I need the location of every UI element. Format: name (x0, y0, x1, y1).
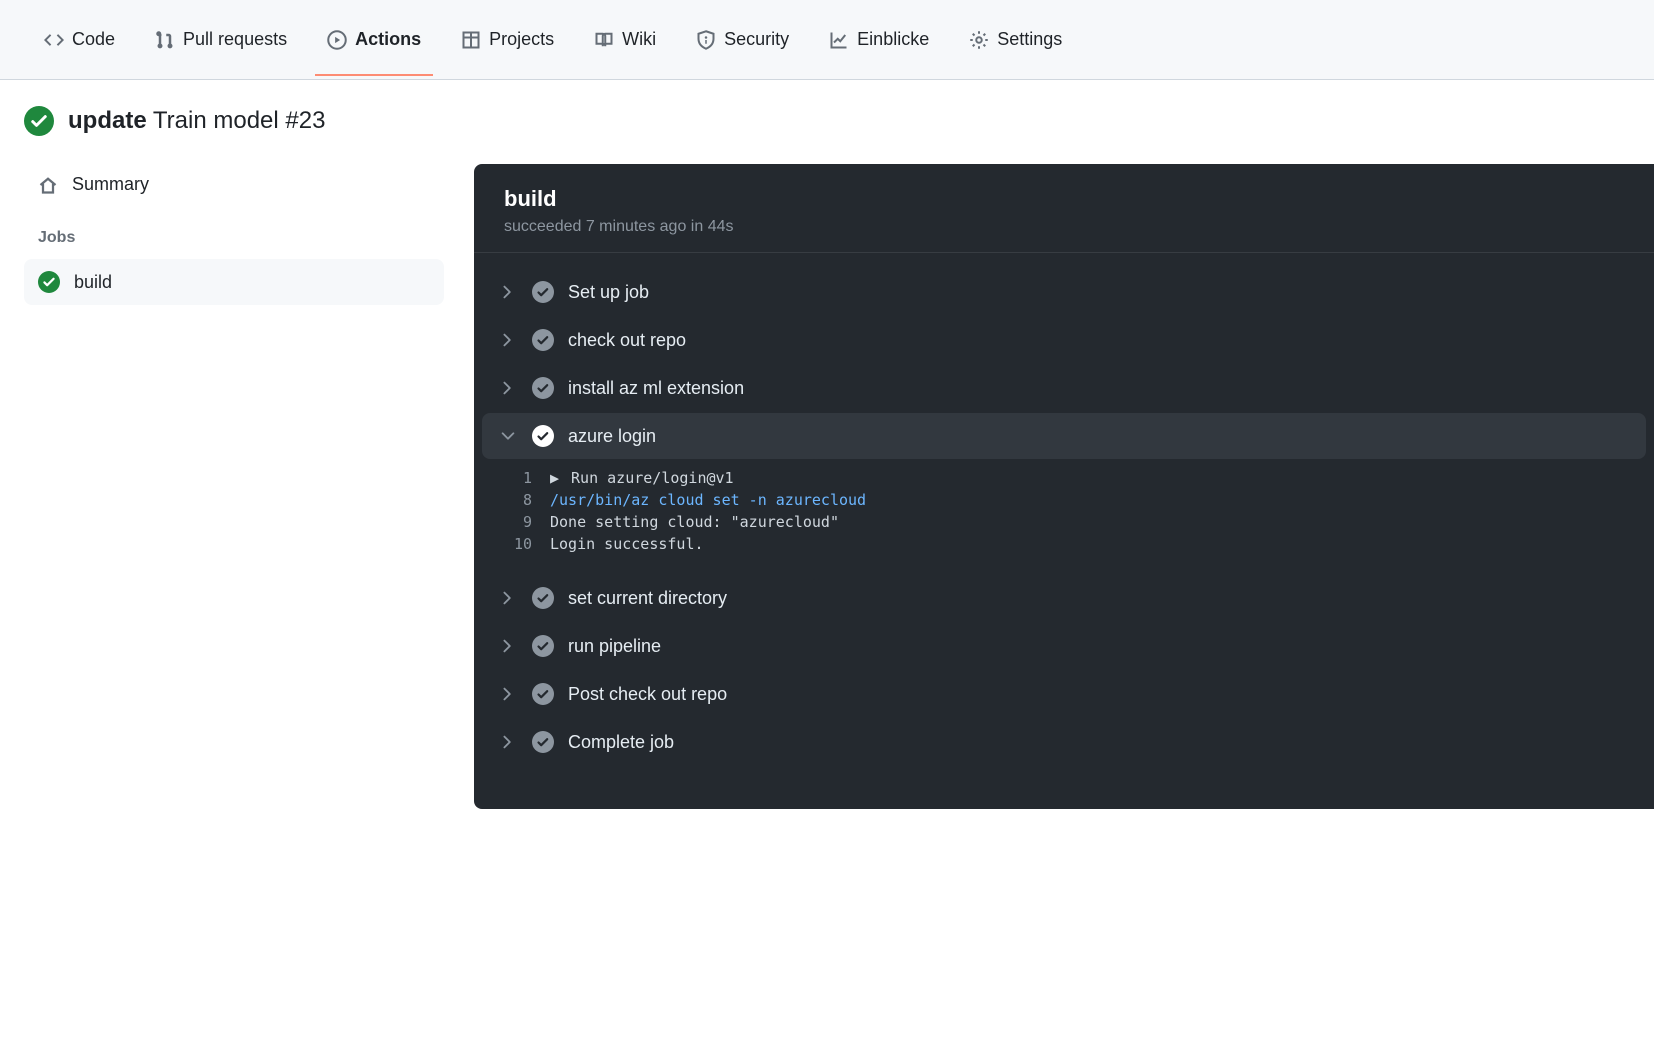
graph-icon (829, 30, 849, 50)
tab-projects[interactable]: Projects (457, 3, 558, 76)
tab-security-label: Security (724, 29, 789, 50)
step-row[interactable]: Complete job (482, 719, 1646, 765)
tab-code[interactable]: Code (40, 3, 119, 76)
step-row[interactable]: Set up job (482, 269, 1646, 315)
step-name: set current directory (568, 588, 727, 609)
tab-security[interactable]: Security (692, 3, 793, 76)
check-circle-icon (532, 587, 554, 609)
tab-pull-requests[interactable]: Pull requests (151, 3, 291, 76)
play-icon (327, 30, 347, 50)
tab-actions-label: Actions (355, 29, 421, 50)
step-name: Set up job (568, 282, 649, 303)
job-panel: build succeeded 7 minutes ago in 44s Set… (474, 164, 1654, 809)
step-name: Complete job (568, 732, 674, 753)
projects-icon (461, 30, 481, 50)
sidebar-jobs-heading: Jobs (24, 205, 444, 259)
workflow-title: update Train model #23 (68, 107, 325, 135)
step-name: run pipeline (568, 636, 661, 657)
check-circle-icon (532, 329, 554, 351)
code-icon (44, 30, 64, 50)
shield-icon (696, 30, 716, 50)
log-line: 9 Done setting cloud: "azurecloud" (474, 511, 1654, 533)
step-row[interactable]: install az ml extension (482, 365, 1646, 411)
workflow-title-suffix: Train model #23 (153, 107, 326, 134)
workflow-title-row: update Train model #23 (24, 100, 1654, 164)
log-line: 10 Login successful. (474, 533, 1654, 555)
step-row[interactable]: azure login (482, 413, 1646, 459)
chevron-right-icon (498, 636, 518, 656)
home-icon (38, 175, 58, 195)
sidebar-job-label: build (74, 272, 112, 293)
check-circle-icon (532, 377, 554, 399)
check-circle-icon (38, 271, 60, 293)
step-row[interactable]: run pipeline (482, 623, 1646, 669)
step-name: check out repo (568, 330, 686, 351)
check-circle-icon (532, 425, 554, 447)
chevron-right-icon (498, 330, 518, 350)
log-line-text: /usr/bin/az cloud set -n azurecloud (550, 491, 1654, 509)
sidebar-job-build[interactable]: build (24, 259, 444, 305)
log-line-number: 9 (474, 513, 532, 531)
steps-list: Set up job check out repo install az ml ex… (474, 253, 1654, 773)
tab-projects-label: Projects (489, 29, 554, 50)
step-name: azure login (568, 426, 656, 447)
repo-tabs: Code Pull requests Actions Projects Wiki… (0, 0, 1654, 80)
log-line: 8/usr/bin/az cloud set -n azurecloud (474, 489, 1654, 511)
log-line-number: 1 (474, 469, 532, 487)
pull-request-icon (155, 30, 175, 50)
chevron-right-icon (498, 732, 518, 752)
chevron-down-icon (498, 426, 518, 446)
step-row[interactable]: Post check out repo (482, 671, 1646, 717)
step-row[interactable]: set current directory (482, 575, 1646, 621)
check-circle-icon (532, 731, 554, 753)
log-line-number: 10 (474, 535, 532, 553)
check-circle-icon (532, 683, 554, 705)
job-name: build (504, 186, 1624, 212)
tab-code-label: Code (72, 29, 115, 50)
step-log: 1 ▶ Run azure/login@v1 8/usr/bin/az cloud … (474, 461, 1654, 573)
chevron-right-icon (498, 684, 518, 704)
sidebar-summary-label: Summary (72, 174, 149, 195)
tab-insights-label: Einblicke (857, 29, 929, 50)
tab-pr-label: Pull requests (183, 29, 287, 50)
gear-icon (969, 30, 989, 50)
step-name: Post check out repo (568, 684, 727, 705)
step-row[interactable]: check out repo (482, 317, 1646, 363)
job-header: build succeeded 7 minutes ago in 44s (474, 164, 1654, 253)
workflow-title-bold: update (68, 107, 147, 134)
chevron-right-icon (498, 588, 518, 608)
check-circle-icon (24, 106, 54, 136)
tab-actions[interactable]: Actions (323, 3, 425, 76)
book-icon (594, 30, 614, 50)
tab-wiki-label: Wiki (622, 29, 656, 50)
sidebar: Summary Jobs build (24, 164, 444, 809)
check-circle-icon (532, 281, 554, 303)
log-line-number: 8 (474, 491, 532, 509)
tab-settings-label: Settings (997, 29, 1062, 50)
sidebar-summary[interactable]: Summary (24, 164, 444, 205)
tab-settings[interactable]: Settings (965, 3, 1066, 76)
log-line: 1 ▶ Run azure/login@v1 (474, 467, 1654, 489)
log-line-text: Login successful. (550, 535, 1654, 553)
chevron-right-icon (498, 378, 518, 398)
step-name: install az ml extension (568, 378, 744, 399)
chevron-right-icon (498, 282, 518, 302)
tab-insights[interactable]: Einblicke (825, 3, 933, 76)
log-line-text: Done setting cloud: "azurecloud" (550, 513, 1654, 531)
log-line-text: ▶ Run azure/login@v1 (550, 469, 1654, 487)
tab-wiki[interactable]: Wiki (590, 3, 660, 76)
job-status-text: succeeded 7 minutes ago in 44s (504, 218, 1624, 236)
check-circle-icon (532, 635, 554, 657)
